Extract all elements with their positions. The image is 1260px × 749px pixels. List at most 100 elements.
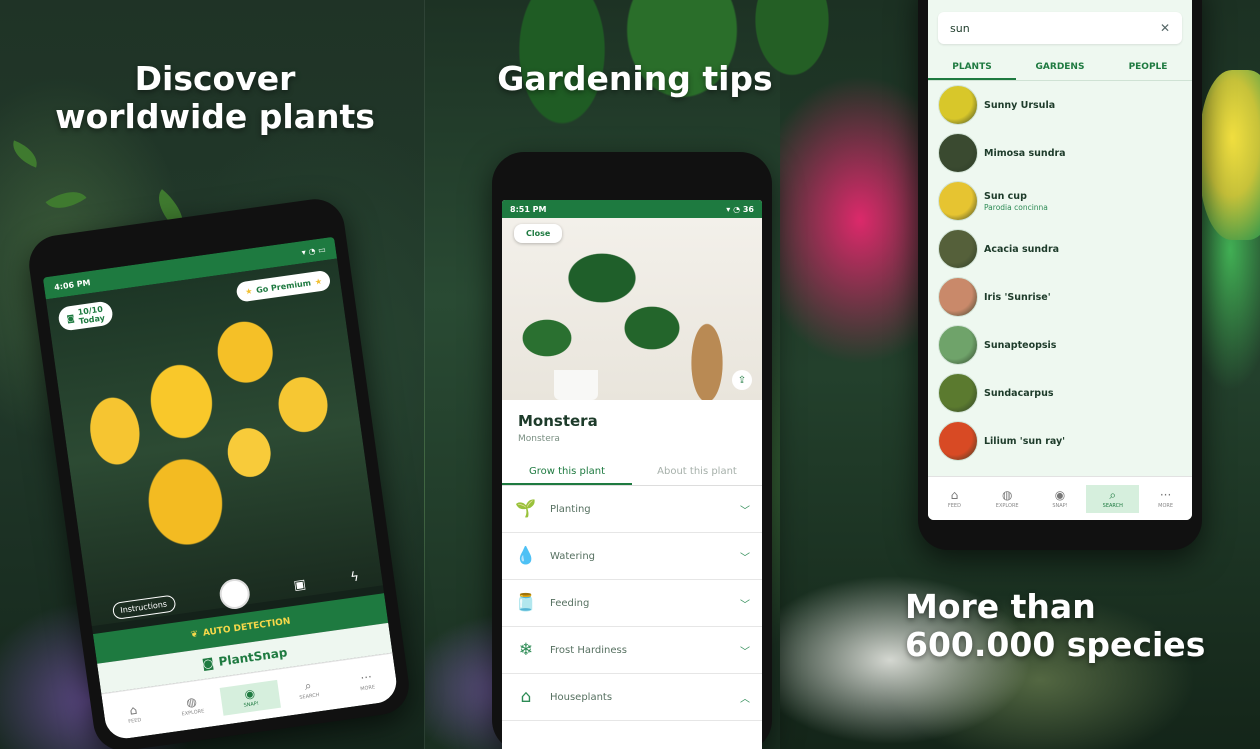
- plant-thumbnail: [938, 373, 978, 413]
- care-row-label: Feeding: [550, 597, 590, 609]
- shutter-button[interactable]: [217, 577, 252, 611]
- premium-label: Go Premium: [255, 277, 312, 295]
- search-icon: ⌕: [303, 677, 313, 693]
- leaf-icon: ❦: [190, 629, 199, 641]
- care-row-label: Frost Hardiness: [550, 644, 627, 656]
- headline-species-count: More than 600.000 species: [905, 588, 1235, 664]
- list-item[interactable]: Acacia sundra: [928, 225, 1192, 273]
- phone-plant-detail: 8:51 PM ▾ ◔ 36 Close ⇪ Monstera Monstera…: [492, 152, 772, 749]
- auto-detection-label: AUTO DETECTION: [202, 616, 292, 639]
- nav-item-more[interactable]: ··· MORE: [1139, 485, 1192, 513]
- camera-screen: 4:06 PM ▾ ◔ ▭ ◙ 10/10 Today ★ Go Premium…: [42, 236, 400, 742]
- plant-thumbnail: [938, 229, 978, 269]
- nav-item-snap[interactable]: ◉ SNAP!: [1034, 485, 1087, 513]
- nav-label: SNAP!: [243, 700, 260, 709]
- plant-thumbnail: [938, 421, 978, 461]
- result-text: Sunapteopsis: [984, 340, 1056, 351]
- instructions-button[interactable]: Instructions: [111, 593, 176, 620]
- list-item[interactable]: Lilium 'sun ray': [928, 417, 1192, 465]
- battery-level: 36: [742, 204, 754, 214]
- watering-icon: 💧: [515, 546, 537, 566]
- nav-item-more[interactable]: ··· MORE: [336, 663, 398, 699]
- headline-discover: Discover worldwide plants: [30, 60, 400, 136]
- plant-name: Monstera: [518, 412, 598, 430]
- brand-label: PlantSnap: [217, 645, 289, 669]
- star-icon: ★: [244, 286, 253, 297]
- list-item[interactable]: Iris 'Sunrise': [928, 273, 1192, 321]
- home-icon: ⌂: [128, 702, 138, 718]
- result-name: Sunny Ursula: [984, 99, 1056, 111]
- star-icon: ★: [314, 276, 323, 287]
- nav-item-search[interactable]: ⌕ SEARCH: [277, 671, 339, 707]
- nav-item-explore[interactable]: ◍ EXPLORE: [161, 688, 223, 724]
- tab-grow-this-plant[interactable]: Grow this plant: [502, 466, 632, 485]
- result-text: Acacia sundra: [984, 244, 1059, 255]
- result-name: Sun cup: [984, 190, 1027, 202]
- list-item[interactable]: Sun cup Parodia concinna: [928, 177, 1192, 225]
- headline-line: 600.000 species: [905, 624, 1206, 664]
- bottom-nav: ⌂ FEED ◍ EXPLORE ◉ SNAP! ⌕ SEARCH ··· MORE: [928, 476, 1192, 520]
- nav-label: EXPLORE: [181, 707, 205, 717]
- close-button[interactable]: Close: [514, 224, 563, 243]
- nav-label: FEED: [947, 502, 961, 509]
- plant-thumbnail: [938, 325, 978, 365]
- plant-scientific-name: Monstera: [518, 434, 560, 444]
- plant-thumbnail: [938, 277, 978, 317]
- nav-item-explore[interactable]: ◍ EXPLORE: [981, 485, 1034, 513]
- status-icons: ▾ ◔ ▭: [301, 244, 327, 257]
- tab-plants[interactable]: PLANTS: [928, 56, 1016, 80]
- globe-icon: ◍: [1001, 487, 1013, 502]
- nav-item-feed[interactable]: ⌂ FEED: [928, 485, 981, 513]
- nav-item-snap[interactable]: ◉ SNAP!: [219, 679, 282, 716]
- plant-detail-screen: 8:51 PM ▾ ◔ 36 Close ⇪ Monstera Monstera…: [502, 200, 762, 749]
- camera-icon: ◉: [1054, 487, 1066, 502]
- gallery-icon[interactable]: ▣: [293, 577, 307, 594]
- search-icon: ⌕: [1109, 487, 1117, 502]
- close-icon[interactable]: ✕: [1160, 21, 1170, 35]
- care-row-frost-hardiness[interactable]: ❄ Frost Hardiness ﹀: [502, 627, 762, 674]
- tab-about-this-plant[interactable]: About this plant: [632, 466, 762, 485]
- nav-item-feed[interactable]: ⌂ FEED: [103, 696, 165, 732]
- search-screen: sun ✕ PLANTS GARDENS PEOPLE Sunny Ursula…: [928, 0, 1192, 520]
- list-item[interactable]: Mimosa sundra: [928, 129, 1192, 177]
- search-query: sun: [950, 21, 970, 35]
- nav-label: FEED: [127, 716, 142, 725]
- flash-off-icon[interactable]: ϟ: [349, 569, 360, 585]
- status-time: 8:51 PM: [510, 204, 547, 214]
- list-item[interactable]: Sunny Ursula: [928, 81, 1192, 129]
- result-scientific-name: Parodia concinna: [984, 202, 1048, 212]
- chevron-down-icon: ﹀: [740, 599, 750, 611]
- care-row-planting[interactable]: 🌱 Planting ﹀: [502, 486, 762, 533]
- result-name: Sundacarpus: [984, 387, 1054, 399]
- list-item[interactable]: Sunapteopsis: [928, 321, 1192, 369]
- status-bar: 8:51 PM ▾ ◔ 36: [502, 200, 762, 218]
- result-text: Sundacarpus: [984, 388, 1054, 399]
- headline-line: Discover: [134, 59, 296, 98]
- plant-photo: Close ⇪: [502, 218, 762, 400]
- share-icon[interactable]: ⇪: [732, 370, 752, 390]
- headline-line: More than: [905, 587, 1096, 626]
- chevron-up-icon: ︿: [740, 693, 750, 705]
- care-row-label: Houseplants: [550, 691, 613, 703]
- nav-label: SNAP!: [1052, 502, 1068, 509]
- nav-label: MORE: [359, 683, 376, 692]
- care-row-houseplants[interactable]: ⌂ Houseplants ︿: [502, 674, 762, 721]
- care-row-label: Watering: [550, 550, 596, 562]
- frost-icon: ❄: [518, 640, 534, 660]
- result-name: Acacia sundra: [984, 243, 1060, 255]
- result-name: Iris 'Sunrise': [984, 291, 1051, 303]
- nav-item-search[interactable]: ⌕ SEARCH: [1086, 484, 1140, 513]
- care-row-watering[interactable]: 💧 Watering ﹀: [502, 533, 762, 580]
- status-icons: ▾ ◔ 36: [726, 204, 754, 214]
- tab-people[interactable]: PEOPLE: [1104, 56, 1192, 80]
- globe-icon: ◍: [185, 693, 198, 710]
- result-name: Sunapteopsis: [984, 339, 1057, 351]
- nav-label: MORE: [1158, 502, 1174, 509]
- search-input[interactable]: sun ✕: [938, 12, 1182, 44]
- status-time: 4:06 PM: [53, 277, 92, 292]
- care-row-feeding[interactable]: 🫙 Feeding ﹀: [502, 580, 762, 627]
- list-item[interactable]: Sundacarpus: [928, 369, 1192, 417]
- camera-icon: ◙: [66, 313, 76, 324]
- result-name: Mimosa sundra: [984, 147, 1066, 159]
- tab-gardens[interactable]: GARDENS: [1016, 56, 1104, 80]
